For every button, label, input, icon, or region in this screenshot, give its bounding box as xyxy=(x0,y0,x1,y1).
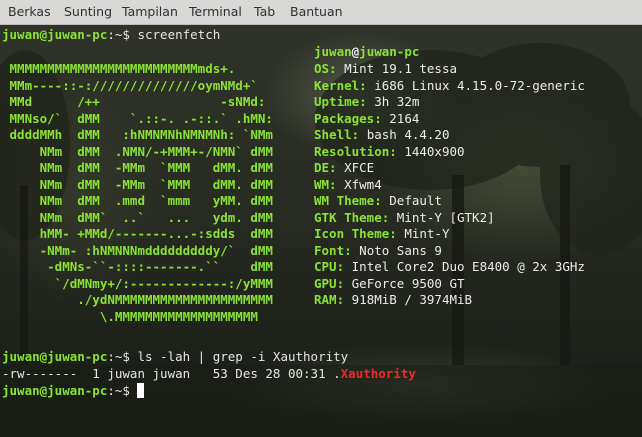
info-gtk-theme: GTK Theme: Mint-Y [GTK2] xyxy=(314,209,495,225)
info-wm-theme: WM Theme: Default xyxy=(314,193,442,208)
prompt-user-host: juwan@juwan-pc xyxy=(2,383,108,398)
info-de: DE: XFCE xyxy=(314,160,375,175)
prompt-user-host: juwan@juwan-pc xyxy=(2,349,108,364)
logo-line: NMm dMM -MMm `MMM dMM. dMM xyxy=(2,160,273,175)
menu-tampilan[interactable]: Tampilan xyxy=(122,4,178,20)
logo-line: MMm----::-://////////////oymNMd+` xyxy=(2,77,258,93)
info-os: OS: Mint 19.1 tessa xyxy=(314,61,457,76)
logo-line: \.MMMMMMMMMMMMMMMMMMM xyxy=(2,308,258,324)
logo-line: NMm dMM` ..` ... ydm. dMM xyxy=(2,209,273,225)
logo-line: MMd /++ -sNMd: xyxy=(2,94,266,109)
menu-bantuan[interactable]: Bantuan xyxy=(290,4,343,20)
header-host: juwan-pc xyxy=(359,44,420,59)
info-font: Font: Noto Sans 9 xyxy=(314,242,442,258)
logo-line: MMNso/` dMM `.::-. .-::.` .hMN: xyxy=(2,110,273,126)
logo-line: hMM- +MMd/-------...-:sdds dMM xyxy=(2,226,273,241)
info-uptime: Uptime: 3h 32m xyxy=(314,94,420,109)
info-cpu: CPU: Intel Core2 Duo E8400 @ 2x 3GHz xyxy=(314,259,585,274)
menu-tab[interactable]: Tab xyxy=(254,4,275,20)
info-shell: Shell: bash 4.4.20 xyxy=(314,127,450,142)
info-resolution: Resolution: 1440x900 xyxy=(314,143,465,159)
logo-line: -NMm- :hNMNNNmdddddddddy/` dMM xyxy=(2,242,273,258)
terminal-view[interactable]: juwan@juwan-pc:~$ screenfetch juwan@juwa… xyxy=(0,25,642,437)
menu-terminal[interactable]: Terminal xyxy=(189,4,242,20)
ls-output-prefix: -rw------- 1 juwan juwan 53 Des 28 00:31… xyxy=(2,366,341,381)
logo-line: ddddMMh dMM :hNMNMNhNMNMNh: `NMm xyxy=(2,127,273,142)
info-kernel: Kernel: i686 Linux 4.15.0-72-generic xyxy=(314,77,585,93)
menu-bar: Berkas Sunting Tampilan Terminal Tab Ban… xyxy=(0,0,642,25)
info-icon-theme: Icon Theme: Mint-Y xyxy=(314,226,450,241)
info-packages: Packages: 2164 xyxy=(314,110,420,126)
logo-line: NMm dMM .mmd `mmm yMM. dMM xyxy=(2,193,273,208)
prompt-path: :~$ xyxy=(107,349,138,364)
screenfetch-header: juwan@juwan-pc xyxy=(314,44,419,61)
logo-line: `/dMNmy+/:-------------:/yMMM xyxy=(2,275,273,291)
logo-line: NMm dMM -MMm `MMM dMM. dMM xyxy=(2,176,273,192)
prompt-path: :~$ xyxy=(107,27,138,42)
prompt-line-2: juwan@juwan-pc:~$ ls -lah | grep -i Xaut… xyxy=(2,349,348,366)
logo-line: MMMMMMMMMMMMMMMMMMMMMMMMMmds+. xyxy=(2,61,236,76)
info-ram: RAM: 918MiB / 3974MiB xyxy=(314,292,473,307)
info-wm: WM: Xfwm4 xyxy=(314,176,382,192)
grep-match-highlight: Xauthority xyxy=(340,366,416,381)
prompt-user-host: juwan@juwan-pc xyxy=(2,27,108,42)
menu-berkas[interactable]: Berkas xyxy=(8,4,51,20)
ls-output-line: -rw------- 1 juwan juwan 53 Des 28 00:31… xyxy=(2,366,416,383)
header-user: juwan xyxy=(314,44,352,59)
logo-line: -dMNs-``-::::-------.`` dMM xyxy=(2,259,273,274)
logo-line: NMm dMM .NMN/-+MMM+-/NMN` dMM xyxy=(2,143,273,159)
prompt-line-3[interactable]: juwan@juwan-pc:~$ xyxy=(2,383,145,400)
logo-line: ./ydNMMMMMMMMMMMMMMMMMMMMM xyxy=(2,292,273,307)
prompt-line-1: juwan@juwan-pc:~$ screenfetch xyxy=(2,27,220,44)
menu-sunting[interactable]: Sunting xyxy=(64,4,112,20)
text-cursor xyxy=(137,383,145,398)
command-text: ls -lah | grep -i Xauthority xyxy=(137,349,349,364)
prompt-path: :~$ xyxy=(107,383,138,398)
info-gpu: GPU: GeForce 9500 GT xyxy=(314,275,465,291)
command-text: screenfetch xyxy=(137,27,221,42)
